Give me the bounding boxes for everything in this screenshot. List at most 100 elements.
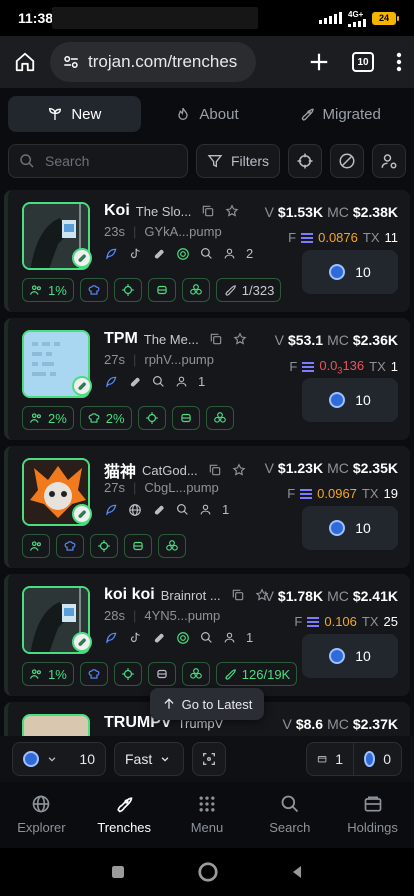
token-card[interactable]: 猫神 CatGod... 27s | CbgL...pump 1 V $1.23K MC… — [4, 446, 410, 568]
star-icon[interactable] — [233, 332, 247, 346]
home-circle-icon[interactable] — [197, 861, 219, 883]
buy-amount: 10 — [355, 648, 371, 664]
copy-icon[interactable] — [208, 463, 222, 477]
battery-icon: 24 — [372, 11, 399, 25]
home-button[interactable] — [8, 45, 42, 79]
sol-coin-icon — [23, 751, 39, 767]
token-address[interactable]: CbgL...pump — [144, 480, 218, 495]
token-age: 23s — [104, 224, 125, 239]
copy-icon[interactable] — [231, 588, 245, 602]
rocket-icon — [225, 669, 236, 680]
token-symbol: 猫神 — [104, 464, 137, 481]
users-icon — [30, 285, 41, 295]
pill-icon — [72, 504, 92, 524]
feather-icon — [106, 504, 117, 516]
chef-chip: 2% — [79, 406, 132, 430]
nav-holdings[interactable]: Holdings — [331, 784, 414, 844]
token-card[interactable]: Koi The Slo... 23s | GYkA...pump 2 V $1.53K… — [4, 190, 410, 312]
users-icon — [30, 669, 41, 679]
token-card[interactable]: TPM The Me... 27s | rphV...pump 1 V $53.1 MC… — [4, 318, 410, 440]
go-to-latest-button[interactable]: Go to Latest — [150, 688, 264, 720]
quick-buy-button[interactable]: 10 — [302, 506, 398, 550]
fee-label: F — [288, 230, 297, 245]
filters-label: Filters — [230, 153, 270, 169]
pill-small-icon — [130, 377, 140, 387]
holders-chip-value: 2% — [48, 410, 67, 426]
token-address[interactable]: GYkA...pump — [144, 224, 221, 239]
sol-coin-icon — [329, 392, 346, 408]
token-name: Brainrot ... — [160, 587, 221, 603]
quick-buy-button[interactable]: 10 — [302, 634, 398, 678]
token-name: The Me... — [143, 331, 199, 347]
chevron-down-icon — [48, 757, 56, 762]
pill-icon — [72, 632, 92, 652]
buy-amount: 10 — [355, 264, 371, 280]
bot-chip — [171, 406, 200, 430]
tab-migrated[interactable]: Migrated — [273, 96, 406, 132]
address-bar[interactable]: trojan.com/trenches — [50, 42, 256, 82]
bundle-icon — [213, 412, 226, 423]
new-tab-icon[interactable] — [308, 51, 330, 73]
chef-chip — [56, 534, 84, 558]
bot-chip — [147, 278, 176, 302]
clock: 11:38 — [18, 10, 54, 26]
network-type: 4G+ — [348, 9, 364, 19]
volume-value: $53.1 — [288, 332, 324, 348]
fee-label: F — [294, 614, 303, 629]
tx-label: TX — [369, 359, 386, 375]
recents-icon[interactable] — [109, 863, 127, 881]
sniper-chip — [113, 662, 142, 686]
volume-value: $1.23K — [277, 460, 324, 476]
browser-toolbar: trojan.com/trenches 10 — [0, 36, 414, 88]
nav-search[interactable]: Search — [248, 784, 331, 844]
nav-trenches[interactable]: Trenches — [83, 784, 166, 844]
back-icon[interactable] — [289, 864, 305, 880]
buy-amount-input[interactable]: 10 — [12, 742, 106, 776]
arrow-up-icon — [164, 698, 174, 709]
tab-switcher-button[interactable]: 10 — [352, 52, 374, 72]
chevron-down-icon — [161, 757, 169, 762]
expand-button[interactable] — [192, 742, 226, 776]
mcap-label: MC — [327, 588, 349, 604]
user-settings-button[interactable] — [372, 144, 406, 178]
wallet-count-button[interactable]: 1 — [306, 742, 354, 776]
token-card[interactable]: koi koi Brainrot ... 28s | 4YN5...pump 1 V… — [4, 574, 410, 696]
quick-buy-button[interactable]: 10 — [302, 378, 398, 422]
nav-menu[interactable]: Menu — [166, 784, 249, 844]
block-button[interactable] — [330, 144, 364, 178]
quick-buy-button[interactable]: 10 — [302, 250, 398, 294]
token-address[interactable]: rphV...pump — [144, 352, 214, 367]
tab-new[interactable]: New — [8, 96, 141, 132]
crosshair-button[interactable] — [288, 144, 322, 178]
mcap-value: $2.41K — [352, 588, 398, 604]
mcap-label: MC — [327, 204, 349, 220]
shield-check-icon — [177, 247, 189, 260]
tiktok-icon — [130, 632, 140, 642]
sniper-chip — [90, 534, 118, 558]
token-age: 27s — [104, 352, 125, 367]
filters-button[interactable]: Filters — [196, 144, 280, 178]
chef-hat-icon — [88, 413, 100, 423]
holders-chip — [22, 534, 50, 558]
search-input[interactable]: Search — [8, 144, 188, 178]
feather-icon — [106, 248, 117, 260]
tx-label: TX — [362, 230, 380, 245]
copy-icon[interactable] — [209, 332, 223, 346]
volume-label: V — [274, 332, 285, 348]
copy-icon[interactable] — [201, 204, 215, 218]
balance-value: 0 — [383, 751, 391, 767]
nav-explorer[interactable]: Explorer — [0, 784, 83, 844]
more-menu-icon[interactable] — [396, 52, 402, 72]
fee-label: F — [289, 359, 298, 375]
star-icon[interactable] — [225, 204, 239, 218]
sol-icon — [307, 616, 320, 627]
speed-select[interactable]: Fast — [114, 742, 184, 776]
balance-button[interactable]: 0 — [354, 742, 402, 776]
star-icon[interactable] — [232, 463, 246, 477]
nav-explorer-label: Explorer — [17, 819, 66, 835]
token-list: Koi The Slo... 23s | GYkA...pump 2 V $1.53K… — [4, 190, 410, 736]
tx-label: TX — [361, 614, 379, 629]
search-icon — [20, 154, 34, 168]
token-address[interactable]: 4YN5...pump — [144, 608, 220, 623]
tab-about[interactable]: About — [141, 96, 274, 132]
